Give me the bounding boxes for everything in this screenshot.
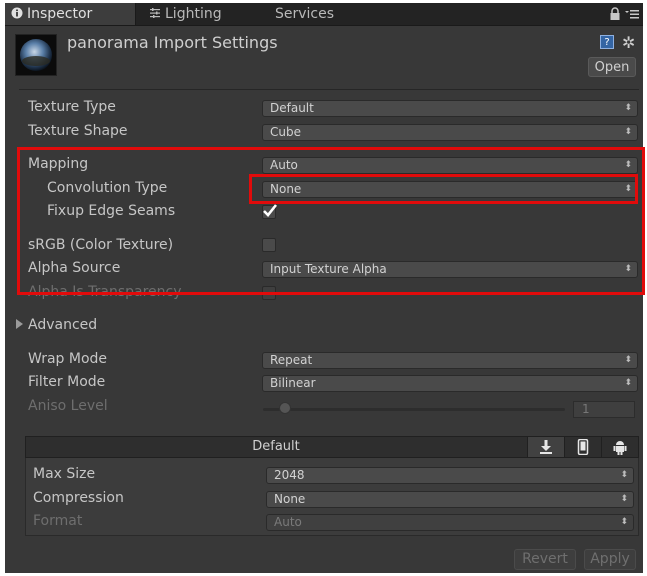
aniso-level-slider-track[interactable] <box>263 408 565 411</box>
expand-triangle-icon[interactable] <box>16 319 23 329</box>
filter-mode-dropdown[interactable]: Bilinear ⬍ <box>262 375 638 392</box>
texture-thumbnail <box>15 34 57 76</box>
panorama-sphere-icon <box>20 39 52 71</box>
tab-services[interactable]: Services <box>269 3 379 25</box>
dropdown-arrows-icon: ⬍ <box>624 103 632 113</box>
aniso-level-label: Aniso Level <box>28 398 108 414</box>
max-size-dropdown[interactable]: 2048 ⬍ <box>266 467 634 484</box>
aniso-level-slider-thumb[interactable] <box>279 402 291 414</box>
gear-icon[interactable]: ✲ <box>622 33 635 52</box>
format-value: Auto <box>274 515 302 529</box>
help-icon[interactable]: ? <box>600 35 614 49</box>
texture-type-dropdown[interactable]: Default ⬍ <box>262 100 638 117</box>
format-label: Format <box>33 513 83 529</box>
max-size-label: Max Size <box>33 466 96 482</box>
dropdown-arrows-icon: ⬍ <box>624 378 632 388</box>
tab-lighting[interactable]: Lighting <box>143 3 261 25</box>
page-title: panorama Import Settings <box>67 33 278 52</box>
texture-shape-label: Texture Shape <box>28 123 128 139</box>
apply-button[interactable]: Apply <box>584 549 636 570</box>
filter-mode-label: Filter Mode <box>28 374 106 390</box>
wrap-mode-dropdown[interactable]: Repeat ⬍ <box>262 352 638 369</box>
highlight-box-convolution <box>249 174 638 204</box>
texture-shape-dropdown[interactable]: Cube ⬍ <box>262 124 638 141</box>
platform-tab-bar: Default <box>25 436 639 458</box>
advanced-foldout[interactable]: Advanced <box>28 317 97 333</box>
platform-default-tab[interactable]: Default <box>26 437 526 457</box>
inspector-panel: Inspector Lighting Services panorama Imp… <box>5 3 645 573</box>
dropdown-arrows-icon: ⬍ <box>620 517 628 527</box>
tab-services-label: Services <box>275 6 335 22</box>
compression-value: None <box>274 492 306 506</box>
compression-label: Compression <box>33 490 124 506</box>
wrap-mode-value: Repeat <box>270 353 313 367</box>
texture-type-label: Texture Type <box>28 99 116 115</box>
open-button[interactable]: Open <box>588 57 636 77</box>
highlight-box-mapping-group <box>17 147 645 295</box>
info-icon <box>11 7 23 19</box>
aniso-level-field[interactable]: 1 <box>573 401 635 418</box>
dropdown-arrows-icon: ⬍ <box>620 494 628 504</box>
platform-tab-mobile[interactable] <box>564 437 601 457</box>
texture-shape-value: Cube <box>270 125 301 139</box>
dropdown-arrows-icon: ⬍ <box>620 470 628 480</box>
tab-bar: Inspector Lighting Services <box>5 3 643 26</box>
compression-dropdown[interactable]: None ⬍ <box>266 491 634 508</box>
tab-inspector[interactable]: Inspector <box>5 3 136 25</box>
platform-tab-android[interactable] <box>601 437 638 457</box>
android-icon <box>613 441 627 455</box>
revert-button[interactable]: Revert <box>514 549 576 570</box>
lighting-icon <box>150 8 160 18</box>
header-divider <box>19 89 639 90</box>
format-dropdown[interactable]: Auto ⬍ <box>266 514 634 531</box>
inspector-header: panorama Import Settings ? ✲ Open <box>5 26 643 86</box>
mobile-icon <box>577 438 589 456</box>
dropdown-arrows-icon: ⬍ <box>624 127 632 137</box>
wrap-mode-label: Wrap Mode <box>28 351 108 367</box>
max-size-value: 2048 <box>274 468 305 482</box>
platform-tab-default[interactable] <box>527 437 564 457</box>
menu-icon[interactable] <box>625 8 639 20</box>
filter-mode-value: Bilinear <box>270 376 316 390</box>
tab-lighting-label: Lighting <box>165 6 222 22</box>
texture-type-value: Default <box>270 101 314 115</box>
dropdown-arrows-icon: ⬍ <box>624 355 632 365</box>
download-icon <box>540 440 552 454</box>
lock-icon[interactable] <box>609 7 621 21</box>
tab-inspector-label: Inspector <box>27 6 93 22</box>
